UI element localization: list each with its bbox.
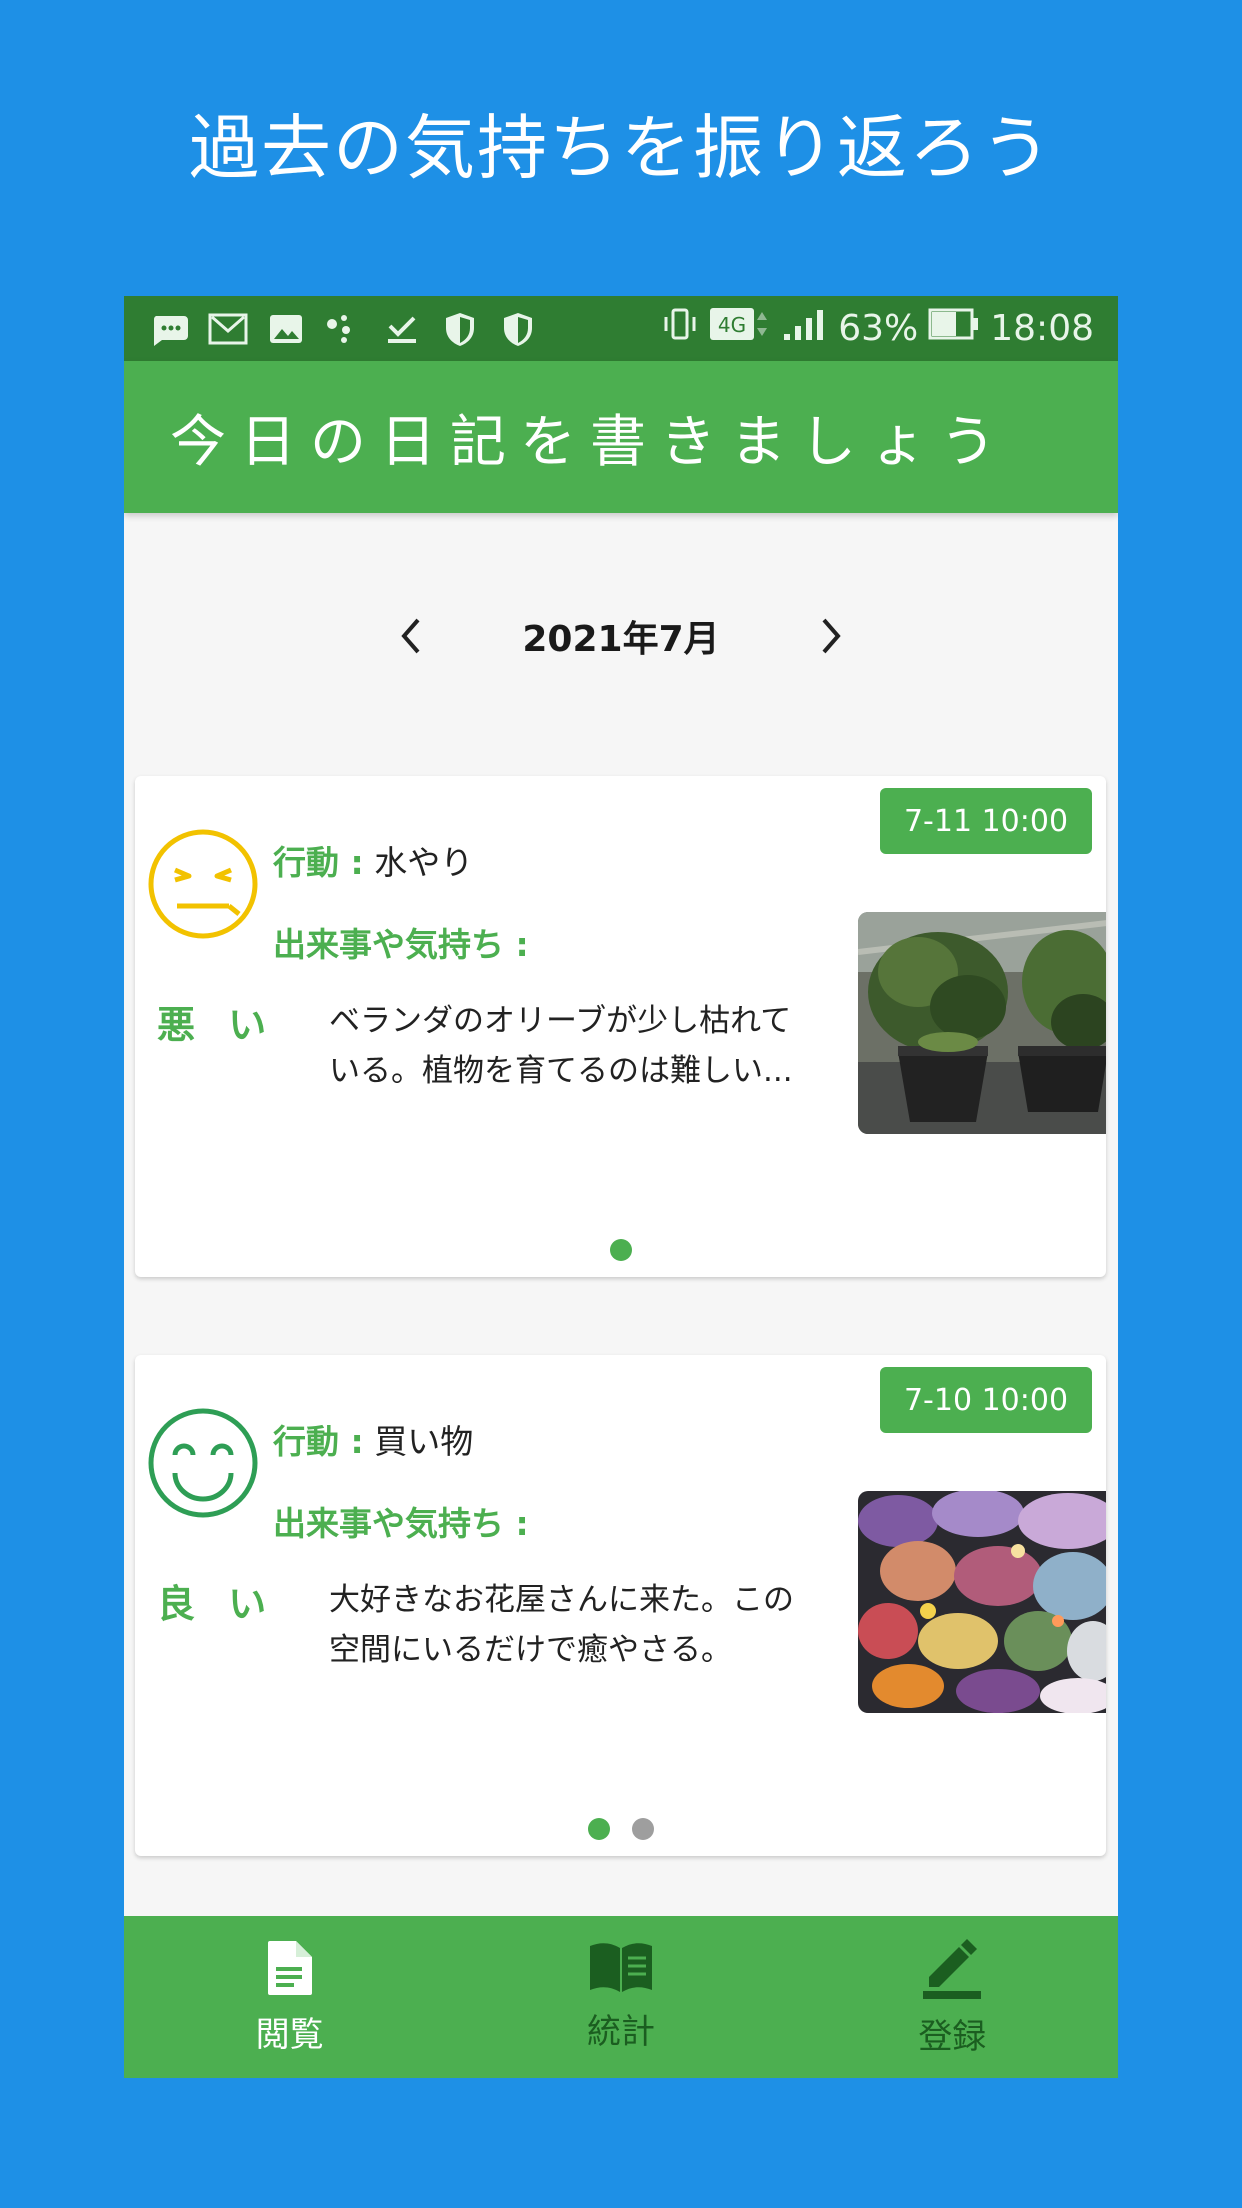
- chevron-left-icon[interactable]: [381, 606, 441, 666]
- entry-text-line: ベランダのオリーブが少し枯れて: [329, 1003, 792, 1039]
- carousel-dot-active[interactable]: [587, 1818, 610, 1840]
- nav-item-browse[interactable]: 閲覧: [124, 1916, 455, 2078]
- gallery-icon: [266, 311, 306, 347]
- nav-label: 登録: [918, 2016, 987, 2057]
- happy-face-icon: [147, 1407, 259, 1519]
- dots-icon: [324, 311, 364, 347]
- carousel-dots: [135, 1239, 1106, 1261]
- sad-face-icon: [147, 828, 259, 940]
- date-badge: 7-10 10:00: [880, 1367, 1092, 1433]
- carousel-dot-active[interactable]: [609, 1239, 632, 1261]
- carousel-dot[interactable]: [631, 1818, 654, 1840]
- action-label: 行動 :: [273, 843, 364, 882]
- entry-text-line: 空間にいるだけで癒やさる。: [329, 1632, 732, 1668]
- carousel-dots: [135, 1818, 1106, 1840]
- gmail-icon: [208, 311, 248, 347]
- action-value: 買い物: [374, 1422, 474, 1461]
- feeling-label: 出来事や気持ち :: [273, 925, 529, 964]
- mood-label: 良 い: [157, 1582, 277, 1626]
- status-bar: 4G 63% 18:08: [124, 296, 1118, 361]
- month-navigator: 2021年7月: [124, 606, 1118, 666]
- nav-item-register[interactable]: 登録: [787, 1916, 1118, 2078]
- action-row: 行動 : 買い物: [273, 1415, 473, 1463]
- entry-text: 大好きなお花屋さんに来た。この 空間にいるだけで癒やさる。: [329, 1575, 869, 1675]
- signal-icon: [782, 306, 828, 351]
- document-icon: [266, 1939, 314, 2001]
- potted-olive-plants-photo[interactable]: [858, 912, 1106, 1134]
- flower-shop-photo[interactable]: [858, 1491, 1106, 1713]
- chevron-right-icon[interactable]: [801, 606, 861, 666]
- clock: 18:08: [990, 308, 1094, 349]
- action-row: 行動 : 水やり: [273, 836, 473, 884]
- bottom-navigation: 閲覧 統計 登録: [124, 1916, 1118, 2078]
- nav-item-stats[interactable]: 統計: [455, 1916, 786, 2078]
- entry-text: ベランダのオリーブが少し枯れて いる。植物を育てるのは難しい...: [329, 996, 869, 1096]
- shield-icon: [498, 311, 538, 347]
- svg-text:4G: 4G: [718, 313, 746, 337]
- network-4g-icon: 4G: [710, 306, 772, 351]
- messages-icon: [150, 311, 190, 347]
- mood-label: 悪 い: [157, 1003, 277, 1047]
- battery-icon: [928, 308, 980, 349]
- vibrate-icon: [660, 307, 700, 350]
- edit-icon: [921, 1937, 983, 2003]
- promo-headline: 過去の気持ちを振り返ろう: [189, 107, 1053, 189]
- diary-entry-card[interactable]: 悪 い 行動 : 水やり 出来事や気持ち : ベランダのオリーブが少し枯れて い…: [135, 776, 1106, 1277]
- app-bar: 今日の日記を書きましょう: [124, 361, 1118, 513]
- date-badge: 7-11 10:00: [880, 788, 1092, 854]
- action-value: 水やり: [374, 843, 474, 882]
- diary-entry-card[interactable]: 良 い 行動 : 買い物 出来事や気持ち : 大好きなお花屋さんに来た。この 空…: [135, 1355, 1106, 1856]
- download-done-icon: [382, 311, 422, 347]
- month-label: 2021年7月: [522, 619, 720, 660]
- action-label: 行動 :: [273, 1422, 364, 1461]
- entry-text-line: いる。植物を育てるのは難しい...: [329, 1053, 793, 1089]
- battery-percent: 63%: [838, 308, 919, 349]
- feeling-label: 出来事や気持ち :: [273, 1504, 529, 1543]
- book-icon: [588, 1942, 654, 1998]
- shield-icon: [440, 311, 480, 347]
- nav-label: 閲覧: [255, 2014, 324, 2055]
- phone-screen: 4G 63% 18:08 今日の日記を書きましょう 2021年7月 悪 い 行動…: [124, 296, 1118, 2078]
- nav-label: 統計: [586, 2011, 655, 2052]
- app-bar-title: 今日の日記を書きましょう: [170, 409, 1010, 475]
- entry-text-line: 大好きなお花屋さんに来た。この: [329, 1582, 794, 1618]
